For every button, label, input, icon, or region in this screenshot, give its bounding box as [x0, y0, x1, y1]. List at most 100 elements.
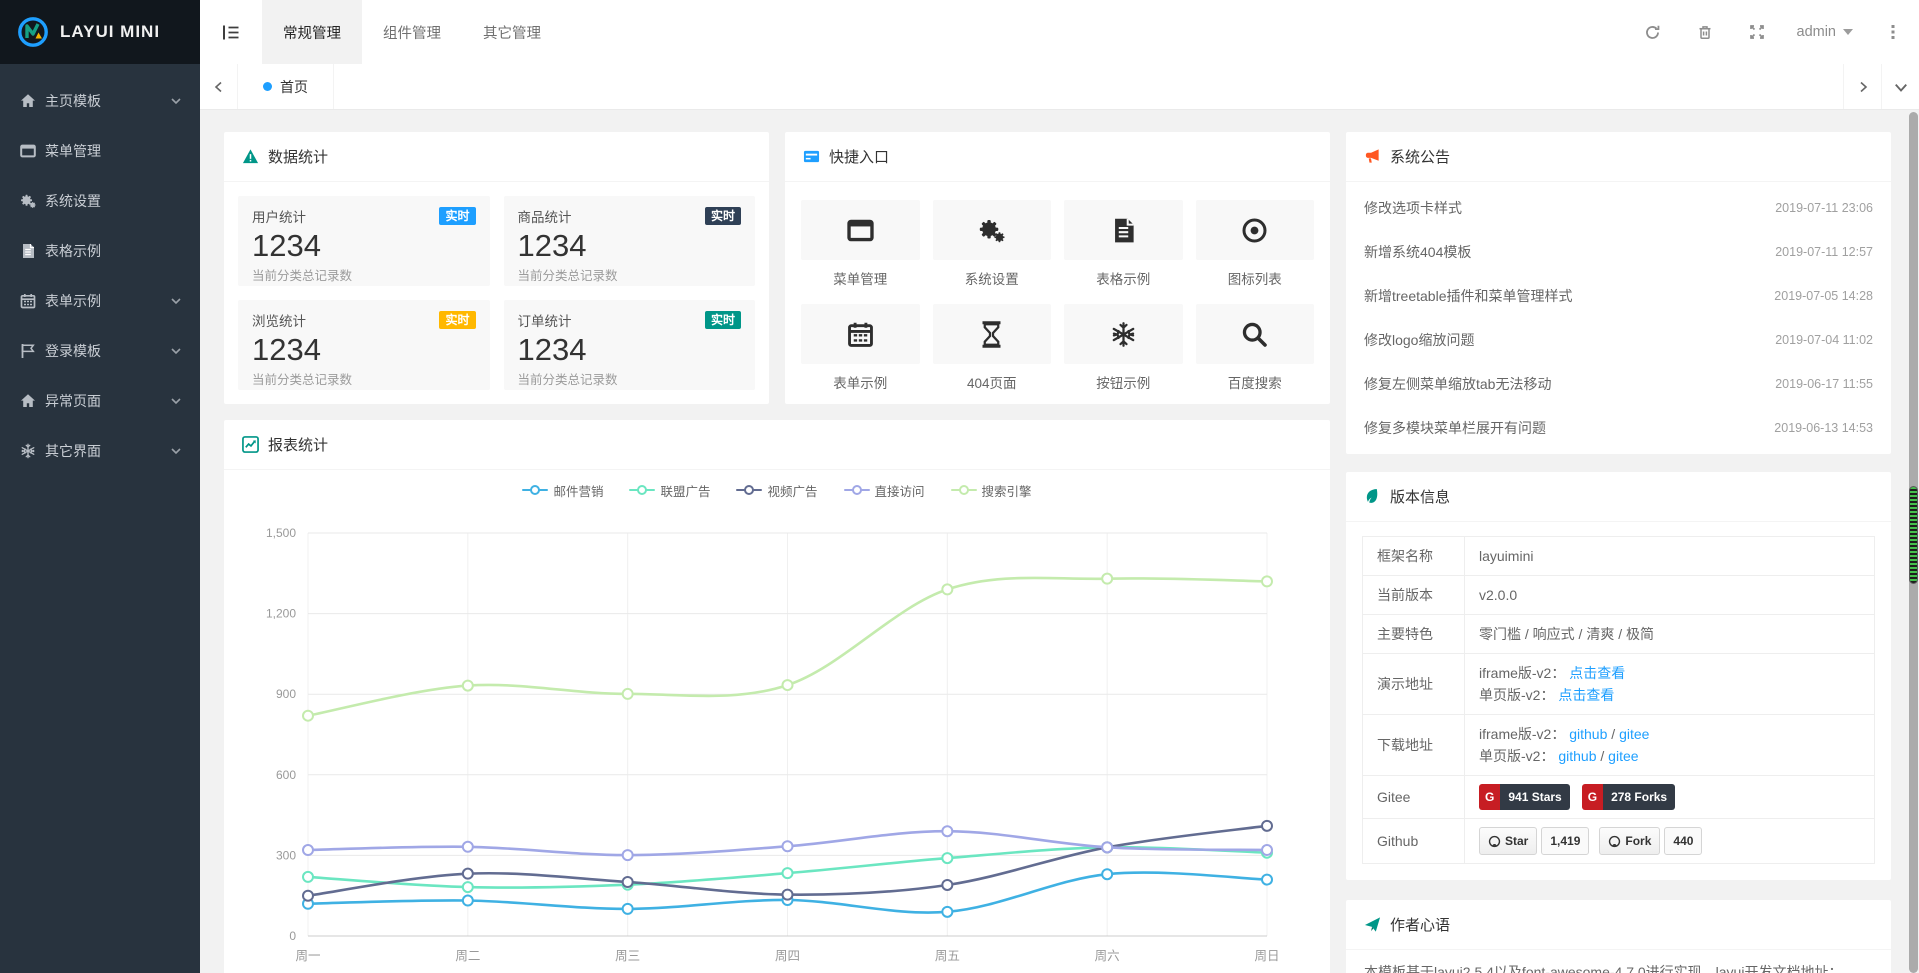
version-link[interactable]: 点击查看: [1569, 665, 1625, 681]
scrollbar-thumb[interactable]: [1909, 486, 1918, 584]
github-widget[interactable]: Star1,419: [1479, 827, 1589, 855]
sidebar-item-label: 登录模板: [45, 341, 170, 361]
sidebar-menu-item[interactable]: 表单示例: [0, 276, 200, 326]
data-point-marker[interactable]: [623, 689, 633, 699]
header-nav-item[interactable]: 常规管理: [262, 0, 362, 64]
github-mark-icon: [1608, 835, 1621, 848]
header-nav: 常规管理组件管理其它管理: [262, 0, 562, 64]
data-point-marker[interactable]: [783, 890, 793, 900]
data-point-marker[interactable]: [623, 904, 633, 914]
quick-entry-item[interactable]: 按钮示例: [1064, 304, 1183, 392]
x-axis-tick-label: 周六: [1095, 949, 1120, 963]
data-point-marker[interactable]: [623, 877, 633, 887]
report-chart-svg: 03006009001,2001,500周一周二周三周四周五周六周日: [224, 506, 1330, 973]
github-widget[interactable]: Fork440: [1599, 827, 1702, 855]
github-button[interactable]: Star: [1479, 827, 1537, 855]
tab-scroll-left-button[interactable]: [200, 64, 238, 109]
data-point-marker[interactable]: [1102, 842, 1112, 852]
x-axis-tick-label: 周三: [615, 949, 640, 963]
data-point-marker[interactable]: [463, 842, 473, 852]
quick-entry-item[interactable]: 系统设置: [933, 200, 1052, 288]
data-point-marker[interactable]: [942, 584, 952, 594]
data-point-marker[interactable]: [783, 868, 793, 878]
quick-entry-item[interactable]: 百度搜索: [1196, 304, 1315, 392]
legend-item[interactable]: 视频广告: [736, 481, 817, 500]
data-point-marker[interactable]: [1262, 821, 1272, 831]
legend-item[interactable]: 直接访问: [844, 481, 925, 500]
tab-home[interactable]: 首页: [238, 64, 334, 109]
stat-card[interactable]: 浏览统计 实时 1234 当前分类总记录数: [238, 300, 490, 390]
data-point-marker[interactable]: [463, 869, 473, 879]
tab-operations-dropdown-button[interactable]: [1881, 64, 1919, 109]
version-link[interactable]: github: [1558, 748, 1596, 764]
user-menu[interactable]: admin: [1783, 0, 1868, 64]
version-link[interactable]: github: [1569, 726, 1607, 742]
version-link[interactable]: 点击查看: [1558, 687, 1614, 703]
tab-scroll-right-button[interactable]: [1843, 64, 1881, 109]
author-line1: 本模板基于layui2.5.4以及font-awesome-4.7.0进行实现。…: [1364, 962, 1873, 973]
data-point-marker[interactable]: [463, 896, 473, 906]
notice-item[interactable]: 修改logo缩放问题 2019-07-04 11:02: [1346, 318, 1891, 362]
stat-card[interactable]: 商品统计 实时 1234 当前分类总记录数: [504, 196, 756, 286]
data-point-marker[interactable]: [783, 680, 793, 690]
notice-item[interactable]: 修改选项卡样式 2019-07-11 23:06: [1346, 186, 1891, 230]
sidebar-menu-item[interactable]: 异常页面: [0, 376, 200, 426]
data-point-marker[interactable]: [623, 850, 633, 860]
sidebar-menu-item[interactable]: 系统设置: [0, 176, 200, 226]
quick-entry-item[interactable]: 表格示例: [1064, 200, 1183, 288]
sidebar-menu-item[interactable]: 表格示例: [0, 226, 200, 276]
more-options-icon[interactable]: [1867, 0, 1919, 64]
data-point-marker[interactable]: [303, 891, 313, 901]
panel-notice-header: 系统公告: [1346, 132, 1891, 182]
clear-cache-trash-icon[interactable]: [1679, 0, 1731, 64]
github-button[interactable]: Fork: [1599, 827, 1660, 855]
quick-entry-item[interactable]: 菜单管理: [801, 200, 920, 288]
data-point-marker[interactable]: [942, 880, 952, 890]
github-count[interactable]: 1,419: [1541, 827, 1589, 855]
sidebar-item-icon: [20, 243, 36, 259]
data-point-marker[interactable]: [1262, 875, 1272, 885]
sidebar-menu-item[interactable]: 菜单管理: [0, 126, 200, 176]
data-point-marker[interactable]: [1262, 845, 1272, 855]
legend-item[interactable]: 联盟广告: [629, 481, 710, 500]
data-point-marker[interactable]: [303, 711, 313, 721]
gitee-badge[interactable]: G278 Forks: [1582, 784, 1675, 810]
version-link[interactable]: gitee: [1608, 748, 1638, 764]
stat-card[interactable]: 订单统计 实时 1234 当前分类总记录数: [504, 300, 756, 390]
data-point-marker[interactable]: [1102, 574, 1112, 584]
fullscreen-icon[interactable]: [1731, 0, 1783, 64]
header-nav-item[interactable]: 组件管理: [362, 0, 462, 64]
notice-item[interactable]: 修复多模块菜单栏展开有问题 2019-06-13 14:53: [1346, 406, 1891, 450]
quick-entry-item[interactable]: 图标列表: [1196, 200, 1315, 288]
legend-item[interactable]: 邮件营销: [522, 481, 603, 500]
vertical-scrollbar[interactable]: [1909, 112, 1918, 973]
data-point-marker[interactable]: [942, 826, 952, 836]
quick-entry-item[interactable]: 404页面: [933, 304, 1052, 392]
data-point-marker[interactable]: [1102, 869, 1112, 879]
version-table-row: 主要特色零门槛 / 响应式 / 清爽 / 极简: [1363, 615, 1875, 654]
data-point-marker[interactable]: [783, 841, 793, 851]
sidebar-menu-item[interactable]: 登录模板: [0, 326, 200, 376]
stat-card[interactable]: 用户统计 实时 1234 当前分类总记录数: [238, 196, 490, 286]
gitee-badge[interactable]: G941 Stars: [1479, 784, 1570, 810]
version-link[interactable]: gitee: [1619, 726, 1649, 742]
data-point-marker[interactable]: [942, 853, 952, 863]
data-point-marker[interactable]: [1262, 576, 1272, 586]
notice-item[interactable]: 修复左侧菜单缩放tab无法移动 2019-06-17 11:55: [1346, 362, 1891, 406]
refresh-icon[interactable]: [1627, 0, 1679, 64]
data-point-marker[interactable]: [303, 872, 313, 882]
notice-item[interactable]: 新增系统404模板 2019-07-11 12:57: [1346, 230, 1891, 274]
legend-item[interactable]: 搜索引擎: [951, 481, 1032, 500]
data-point-marker[interactable]: [303, 845, 313, 855]
github-count[interactable]: 440: [1664, 827, 1702, 855]
data-point-marker[interactable]: [463, 681, 473, 691]
header-nav-item[interactable]: 其它管理: [462, 0, 562, 64]
app-logo[interactable]: LAYUI MINI: [0, 0, 200, 64]
quick-entry-item[interactable]: 表单示例: [801, 304, 920, 392]
collapse-sidebar-button[interactable]: [200, 0, 262, 64]
data-point-marker[interactable]: [942, 907, 952, 917]
data-point-marker[interactable]: [463, 882, 473, 892]
notice-item[interactable]: 新增treetable插件和菜单管理样式 2019-07-05 14:28: [1346, 274, 1891, 318]
sidebar-menu-item[interactable]: 主页模板: [0, 76, 200, 126]
sidebar-menu-item[interactable]: 其它界面: [0, 426, 200, 476]
